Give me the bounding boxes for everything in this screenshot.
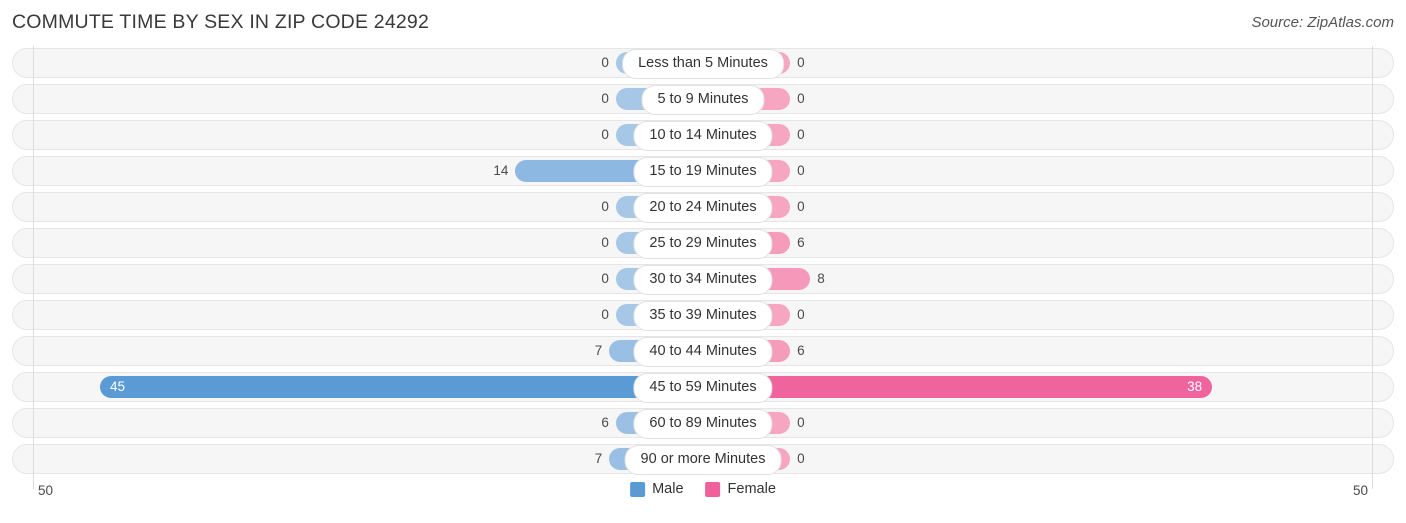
chart-row: 0 6 25 to 29 Minutes	[12, 226, 1394, 262]
chart-row: 14 0 15 to 19 Minutes	[12, 154, 1394, 190]
chart-row: 6 0 60 to 89 Minutes	[12, 406, 1394, 442]
axis-tick-left: 50	[38, 483, 54, 498]
category-label: 60 to 89 Minutes	[633, 409, 773, 439]
male-value-label: 0	[601, 91, 609, 106]
female-value-label: 0	[797, 415, 805, 430]
male-value-label: 0	[601, 199, 609, 214]
category-label: 15 to 19 Minutes	[633, 157, 773, 187]
male-lane: 14	[33, 160, 703, 182]
male-value-label: 7	[594, 451, 603, 466]
male-lane: 7	[33, 340, 703, 362]
chart-row: 7 0 90 or more Minutes	[12, 442, 1394, 478]
female-lane: 6	[703, 340, 1373, 362]
male-value-label: 0	[601, 271, 609, 286]
category-label: 5 to 9 Minutes	[641, 85, 765, 115]
legend-item[interactable]: Female	[705, 481, 776, 497]
male-value-label: 0	[601, 307, 609, 322]
axis-line-left	[33, 46, 34, 489]
female-lane: 0	[703, 88, 1373, 110]
chart-row: 0 0 10 to 14 Minutes	[12, 118, 1394, 154]
category-label: 40 to 44 Minutes	[633, 337, 773, 367]
chart-footer: 50 50 Male Female	[12, 477, 1394, 517]
female-lane: 6	[703, 232, 1373, 254]
chart-row: 0 8 30 to 34 Minutes	[12, 262, 1394, 298]
category-label: 30 to 34 Minutes	[633, 265, 773, 295]
diverging-bar-chart: 0 0 Less than 5 Minutes 0 0 5 to 9 Minutes 0 0 1…	[12, 46, 1394, 489]
chart-row: 0 0 5 to 9 Minutes	[12, 82, 1394, 118]
male-lane: 0	[33, 268, 703, 290]
legend-label: Male	[652, 481, 684, 497]
male-bar: 45	[100, 376, 703, 398]
male-value-label: 6	[601, 415, 609, 430]
female-lane: 0	[703, 160, 1373, 182]
legend-swatch-icon	[705, 481, 721, 497]
axis-tick-right: 50	[1352, 483, 1368, 498]
female-value-label: 0	[797, 307, 805, 322]
male-lane: 0	[33, 196, 703, 218]
female-bar: 38	[703, 376, 1213, 398]
male-lane: 6	[33, 412, 703, 434]
legend-item[interactable]: Male	[630, 481, 684, 497]
male-value-label: 0	[601, 235, 609, 250]
male-lane: 0	[33, 304, 703, 326]
female-lane: 0	[703, 52, 1373, 74]
chart-row: 0 0 20 to 24 Minutes	[12, 190, 1394, 226]
source-attribution: Source: ZipAtlas.com	[1251, 14, 1394, 31]
female-value-label: 38	[1187, 379, 1203, 394]
female-value-label: 0	[797, 127, 805, 142]
male-lane: 7	[33, 448, 703, 470]
category-label: 90 or more Minutes	[624, 445, 782, 475]
legend-swatch-icon	[630, 481, 646, 497]
female-value-label: 8	[817, 271, 825, 286]
male-lane: 0	[33, 232, 703, 254]
female-value-label: 0	[797, 91, 805, 106]
category-label: 45 to 59 Minutes	[633, 373, 773, 403]
male-lane: 0	[33, 52, 703, 74]
chart-row: 0 0 35 to 39 Minutes	[12, 298, 1394, 334]
male-lane: 0	[33, 88, 703, 110]
male-value-label: 45	[110, 379, 126, 394]
female-value-label: 6	[797, 343, 805, 358]
female-lane: 38	[703, 376, 1373, 398]
category-label: 35 to 39 Minutes	[633, 301, 773, 331]
female-value-label: 0	[797, 55, 805, 70]
chart-row: 7 6 40 to 44 Minutes	[12, 334, 1394, 370]
female-value-label: 6	[797, 235, 805, 250]
category-label: Less than 5 Minutes	[622, 49, 784, 79]
male-value-label: 0	[601, 127, 609, 142]
female-value-label: 0	[797, 451, 805, 466]
male-value-label: 7	[594, 343, 603, 358]
chart-row: 0 0 Less than 5 Minutes	[12, 46, 1394, 82]
category-label: 25 to 29 Minutes	[633, 229, 773, 259]
female-value-label: 0	[797, 199, 805, 214]
chart-legend: Male Female	[630, 481, 776, 497]
female-lane: 0	[703, 412, 1373, 434]
axis-line-right	[1372, 46, 1373, 489]
male-value-label: 14	[493, 163, 509, 178]
female-value-label: 0	[797, 163, 805, 178]
female-lane: 0	[703, 124, 1373, 146]
chart-header: COMMUTE TIME BY SEX IN ZIP CODE 24292 So…	[0, 0, 1406, 46]
male-lane: 0	[33, 124, 703, 146]
category-label: 20 to 24 Minutes	[633, 193, 773, 223]
female-lane: 0	[703, 448, 1373, 470]
page-title: COMMUTE TIME BY SEX IN ZIP CODE 24292	[12, 11, 430, 33]
female-lane: 0	[703, 196, 1373, 218]
category-label: 10 to 14 Minutes	[633, 121, 773, 151]
male-lane: 45	[33, 376, 703, 398]
male-value-label: 0	[601, 55, 609, 70]
legend-label: Female	[727, 481, 776, 497]
female-lane: 0	[703, 304, 1373, 326]
chart-row: 45 38 45 to 59 Minutes	[12, 370, 1394, 406]
female-lane: 8	[703, 268, 1373, 290]
